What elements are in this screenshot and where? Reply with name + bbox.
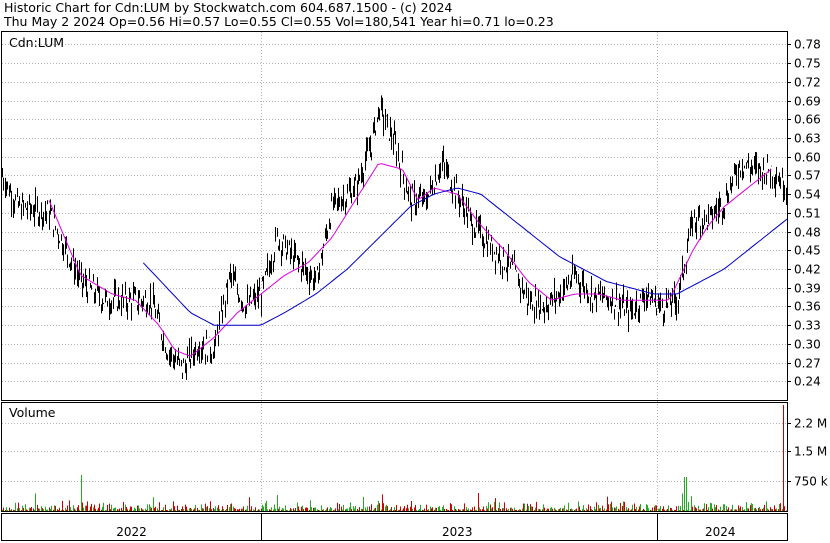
price-tick-label: 0.27 bbox=[794, 357, 821, 371]
price-tick-label: 0.63 bbox=[794, 132, 821, 146]
volume-bars bbox=[2, 405, 788, 511]
volume-label: Volume bbox=[9, 405, 56, 420]
symbol-label: Cdn:LUM bbox=[9, 35, 64, 50]
price-tick-label: 0.66 bbox=[794, 113, 821, 127]
price-tick-label: 0.24 bbox=[794, 375, 821, 389]
volume-grid bbox=[2, 423, 787, 482]
price-bars bbox=[2, 95, 788, 380]
volume-axis-ticks: 2.2 M 1.5 M 750 k bbox=[787, 417, 828, 489]
date-tick-label: 2023 bbox=[442, 525, 473, 539]
price-tick-label: 0.42 bbox=[794, 263, 821, 277]
price-tick-label: 0.54 bbox=[794, 188, 821, 202]
moving-average-long-line bbox=[142, 187, 788, 326]
price-tick-label: 0.69 bbox=[794, 95, 821, 109]
price-axis-ticks: 0.78 0.75 0.72 0.69 0.66 0.63 0.60 0.57 0.54 0.51… bbox=[787, 38, 821, 389]
price-tick-label: 0.51 bbox=[794, 207, 821, 221]
date-tick-label: 2024 bbox=[705, 525, 736, 539]
price-tick-label: 0.45 bbox=[794, 244, 821, 258]
price-tick-label: 0.60 bbox=[794, 151, 821, 165]
grid bbox=[2, 44, 787, 382]
date-axis-ticks: 2022 2023 2024 bbox=[116, 525, 735, 539]
price-volume-chart: 0.78 0.75 0.72 0.69 0.66 0.63 0.60 0.57 0.54 0.51… bbox=[1, 31, 828, 541]
price-tick-label: 0.57 bbox=[794, 169, 821, 183]
price-tick-label: 0.39 bbox=[794, 282, 821, 296]
price-tick-label: 0.30 bbox=[794, 338, 821, 352]
volume-tick-label: 1.5 M bbox=[794, 445, 827, 459]
date-tick-label: 2022 bbox=[116, 525, 147, 539]
price-tick-label: 0.33 bbox=[794, 319, 821, 333]
volume-tick-label: 750 k bbox=[794, 475, 828, 489]
price-tick-label: 0.48 bbox=[794, 226, 821, 240]
volume-tick-label: 2.2 M bbox=[794, 417, 827, 431]
price-tick-label: 0.72 bbox=[794, 76, 821, 90]
price-tick-label: 0.78 bbox=[794, 38, 821, 52]
volume-panel-frame bbox=[1, 402, 788, 512]
price-panel-frame bbox=[1, 31, 788, 401]
price-tick-label: 0.75 bbox=[794, 57, 821, 71]
price-tick-label: 0.36 bbox=[794, 300, 821, 314]
